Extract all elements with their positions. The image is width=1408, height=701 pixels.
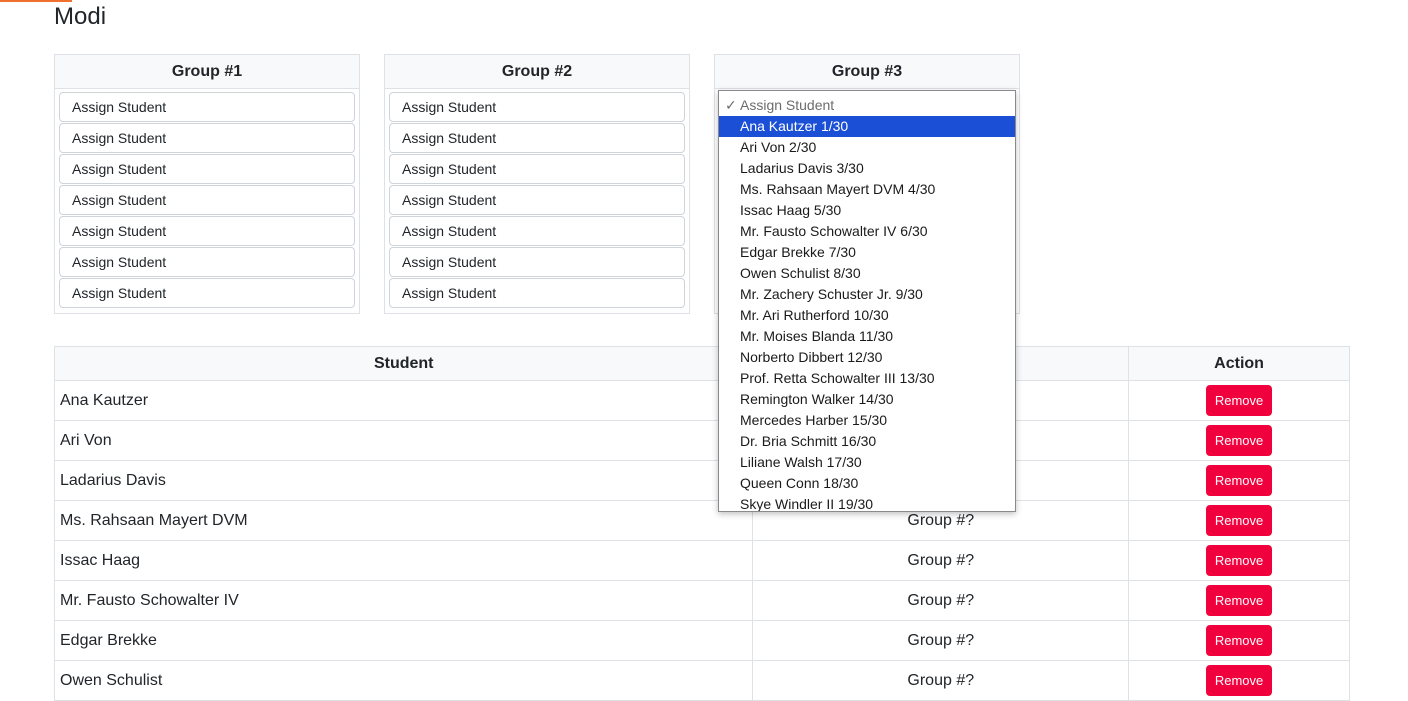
action-cell: Remove — [1128, 420, 1350, 461]
dropdown-option[interactable]: Ladarius Davis 3/30 — [719, 158, 1015, 179]
remove-button[interactable]: Remove — [1205, 585, 1273, 616]
group-title: Group #3 — [715, 55, 1019, 89]
assign-student-select[interactable]: Assign Student — [59, 216, 355, 246]
group-cell: Group #? — [752, 540, 1130, 581]
action-cell: Remove — [1128, 460, 1350, 501]
student-name-cell: Ladarius Davis — [53, 460, 754, 501]
dropdown-option[interactable]: Mr. Fausto Schowalter IV 6/30 — [719, 221, 1015, 242]
student-name-cell: Edgar Brekke — [53, 620, 754, 661]
group-card-2: Group #2 Assign Student Assign Student A… — [384, 54, 690, 314]
remove-button[interactable]: Remove — [1205, 665, 1273, 696]
assign-student-select[interactable]: Assign Student — [389, 123, 685, 153]
action-cell: Remove — [1128, 620, 1350, 661]
dropdown-option[interactable]: Owen Schulist 8/30 — [719, 263, 1015, 284]
checkmark-icon: ✓ — [725, 97, 737, 113]
dropdown-option[interactable]: Ari Von 2/30 — [719, 137, 1015, 158]
remove-button[interactable]: Remove — [1205, 465, 1273, 496]
dropdown-option[interactable]: Norberto Dibbert 12/30 — [719, 347, 1015, 368]
action-cell: Remove — [1128, 540, 1350, 581]
assign-student-select[interactable]: Assign Student — [59, 92, 355, 122]
group-cell: Group #? — [752, 580, 1130, 621]
column-header-action: Action — [1128, 346, 1350, 381]
table-row: Ladarius DavisGroup #?Remove — [53, 460, 1350, 501]
assign-student-select[interactable]: Assign Student — [59, 123, 355, 153]
remove-button[interactable]: Remove — [1205, 545, 1273, 576]
student-name-cell: Ari Von — [53, 420, 754, 461]
student-name-cell: Ana Kautzer — [53, 380, 754, 421]
dropdown-option[interactable]: Mr. Ari Rutherford 10/30 — [719, 305, 1015, 326]
dropdown-option[interactable]: Dr. Bria Schmitt 16/30 — [719, 431, 1015, 452]
action-cell: Remove — [1128, 380, 1350, 421]
dropdown-option[interactable]: Queen Conn 18/30 — [719, 473, 1015, 494]
action-cell: Remove — [1128, 580, 1350, 621]
table-row: Ana KautzerGroup #?Remove — [53, 380, 1350, 421]
dropdown-option[interactable]: Mercedes Harber 15/30 — [719, 410, 1015, 431]
dropdown-option[interactable]: Ana Kautzer 1/30 — [719, 116, 1015, 137]
students-table: Student Group Action Ana KautzerGroup #?… — [53, 346, 1350, 701]
action-cell: Remove — [1128, 660, 1350, 701]
dropdown-option[interactable]: Issac Haag 5/30 — [719, 200, 1015, 221]
student-name-cell: Ms. Rahsaan Mayert DVM — [53, 500, 754, 541]
assign-student-select[interactable]: Assign Student — [389, 154, 685, 184]
dropdown-option[interactable]: Mr. Moises Blanda 11/30 — [719, 326, 1015, 347]
group-cell: Group #? — [752, 660, 1130, 701]
remove-button[interactable]: Remove — [1205, 505, 1273, 536]
option-label: Assign Student — [740, 97, 835, 113]
table-row: Owen Schulist Group #? Remove — [53, 660, 1350, 701]
page-title: Modi — [54, 3, 107, 30]
assign-student-select[interactable]: Assign Student — [59, 154, 355, 184]
table-row: Ms. Rahsaan Mayert DVM Group #? Remove — [53, 500, 1350, 541]
student-name-cell: Mr. Fausto Schowalter IV — [53, 580, 754, 621]
remove-button[interactable]: Remove — [1205, 385, 1273, 416]
dropdown-option[interactable]: Remington Walker 14/30 — [719, 389, 1015, 410]
assign-student-select[interactable]: Assign Student — [389, 92, 685, 122]
dropdown-option[interactable]: Liliane Walsh 17/30 — [719, 452, 1015, 473]
action-cell: Remove — [1128, 500, 1350, 541]
table-row: Issac Haag Group #? Remove — [53, 540, 1350, 581]
dropdown-option[interactable]: Ms. Rahsaan Mayert DVM 4/30 — [719, 179, 1015, 200]
dropdown-option[interactable]: Mr. Zachery Schuster Jr. 9/30 — [719, 284, 1015, 305]
remove-button[interactable]: Remove — [1205, 425, 1273, 456]
group-title: Group #1 — [55, 55, 359, 89]
dropdown-option[interactable]: Prof. Retta Schowalter III 13/30 — [719, 368, 1015, 389]
table-row: Edgar Brekke Group #? Remove — [53, 620, 1350, 661]
assign-student-select[interactable]: Assign Student — [59, 247, 355, 277]
student-select-dropdown[interactable]: ✓ Assign Student Ana Kautzer 1/30 Ari Von… — [718, 90, 1016, 512]
table-row: Mr. Fausto Schowalter IV Group #? Remove — [53, 580, 1350, 621]
assign-student-select[interactable]: Assign Student — [389, 185, 685, 215]
group-card-1: Group #1 Assign Student Assign Student A… — [54, 54, 360, 314]
dropdown-option[interactable]: Edgar Brekke 7/30 — [719, 242, 1015, 263]
table-row: Ari VonGroup #?Remove — [53, 420, 1350, 461]
assign-student-select[interactable]: Assign Student — [389, 247, 685, 277]
dropdown-placeholder-option[interactable]: ✓ Assign Student — [719, 91, 1015, 116]
column-header-student: Student — [53, 346, 754, 381]
group-title: Group #2 — [385, 55, 689, 89]
assign-student-select[interactable]: Assign Student — [389, 278, 685, 308]
assign-student-select[interactable]: Assign Student — [389, 216, 685, 246]
group-cell: Group #? — [752, 620, 1130, 661]
assign-student-select[interactable]: Assign Student — [59, 185, 355, 215]
dropdown-option[interactable]: Skye Windler II 19/30 — [719, 494, 1015, 511]
remove-button[interactable]: Remove — [1205, 625, 1273, 656]
student-name-cell: Issac Haag — [53, 540, 754, 581]
assign-student-select[interactable]: Assign Student — [59, 278, 355, 308]
student-name-cell: Owen Schulist — [53, 660, 754, 701]
